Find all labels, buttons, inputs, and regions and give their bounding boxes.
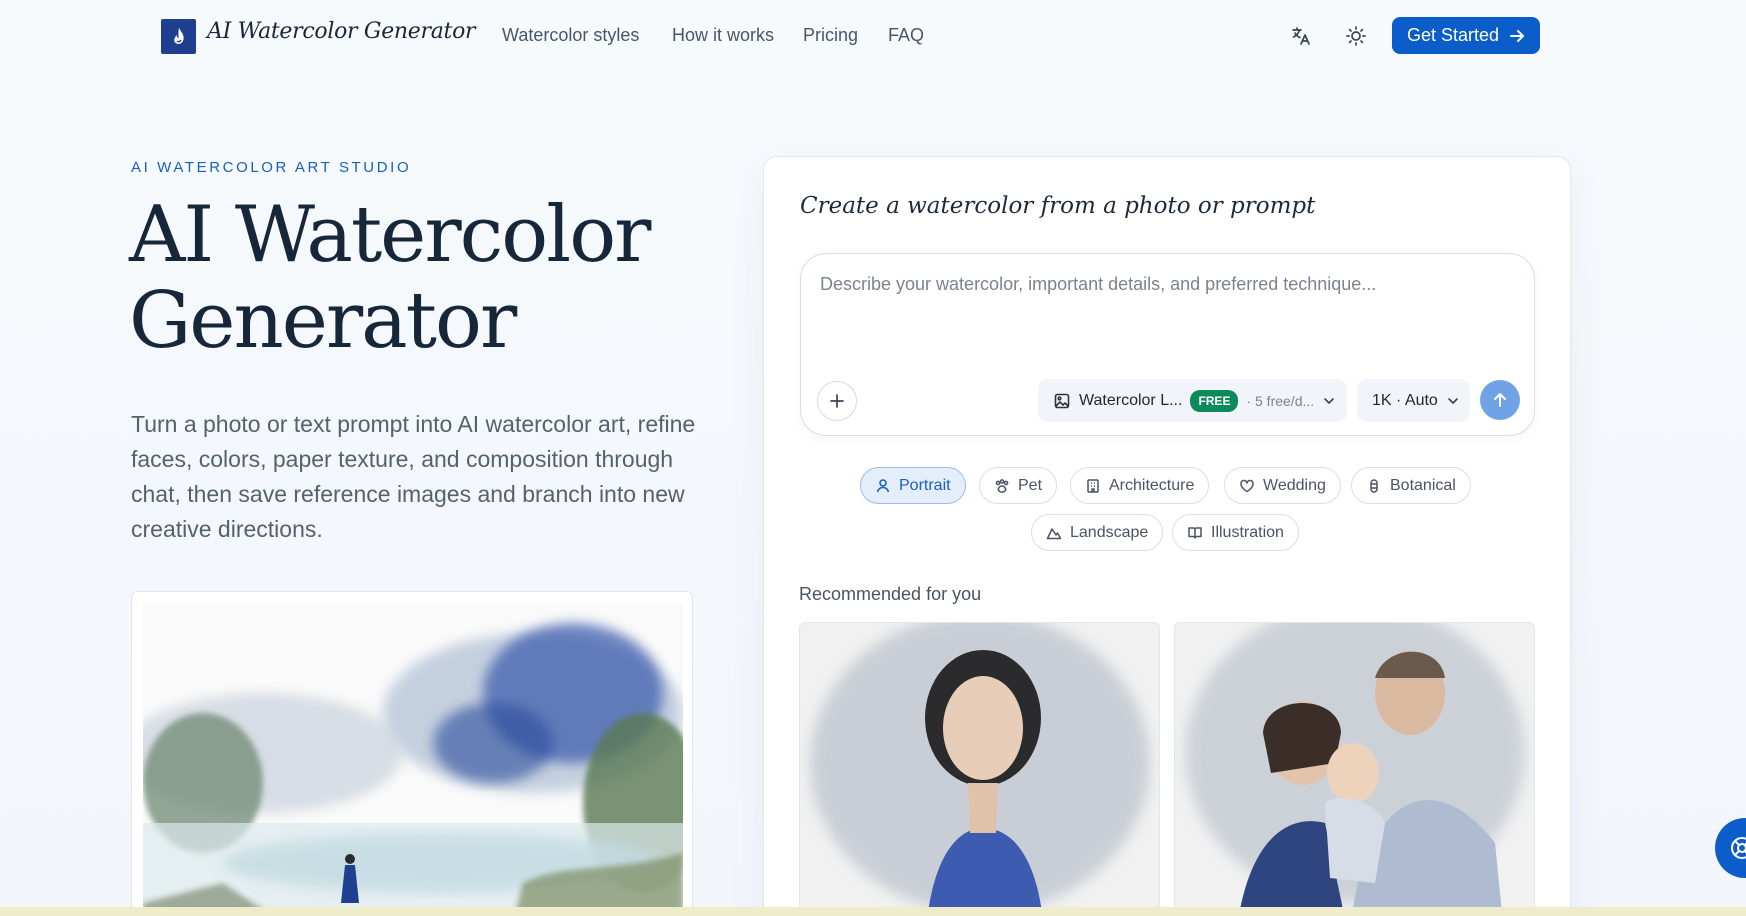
- sun-icon[interactable]: [1344, 24, 1368, 48]
- plus-icon: [830, 394, 844, 408]
- hero-title: AI Watercolor Generator: [129, 192, 729, 364]
- get-started-label: Get Started: [1406, 25, 1500, 45]
- resolution-select[interactable]: 1K · Auto: [1357, 379, 1470, 422]
- nav-link-pricing[interactable]: Pricing: [803, 25, 858, 46]
- model-name: Watercolor L...: [1079, 391, 1183, 409]
- free-count: · 5 free/d...: [1246, 392, 1315, 409]
- chevron-down-icon: [1448, 397, 1458, 404]
- image-icon: [1054, 393, 1070, 408]
- translate-icon[interactable]: [1289, 24, 1313, 48]
- building-icon: [1087, 478, 1099, 493]
- chip-label: Pet: [1018, 476, 1043, 494]
- add-attachment-button[interactable]: [817, 381, 857, 421]
- chip-label: Wedding: [1263, 476, 1326, 494]
- nav-link-faq[interactable]: FAQ: [888, 25, 924, 46]
- chip-architecture[interactable]: Architecture: [1070, 467, 1210, 504]
- chip-portrait[interactable]: Portrait: [860, 467, 966, 504]
- watercolor-landscape-image: [143, 603, 683, 916]
- prompt-box: Watercolor L... FREE · 5 free/d... 1K · …: [800, 253, 1535, 436]
- hero-preview-card: [131, 591, 693, 916]
- model-select[interactable]: Watercolor L... FREE · 5 free/d...: [1038, 379, 1347, 422]
- hero-title-line1: AI Watercolor: [129, 190, 651, 280]
- help-chat-button[interactable]: [1715, 818, 1746, 878]
- top-navigation: AI Watercolor Generator Watercolor style…: [0, 0, 1746, 72]
- chip-illustration[interactable]: Illustration: [1172, 514, 1299, 551]
- chip-label: Portrait: [899, 476, 951, 494]
- flower-icon: [1370, 478, 1378, 493]
- heart-icon: [1240, 479, 1254, 492]
- arrow-up-icon: [1494, 393, 1506, 407]
- paw-icon: [995, 478, 1009, 493]
- resolution-label: 1K · Auto: [1372, 391, 1438, 409]
- chevron-down-icon: [1324, 397, 1334, 404]
- lifebuoy-icon: [1731, 837, 1746, 859]
- chip-label: Illustration: [1211, 523, 1284, 541]
- chip-botanical[interactable]: Botanical: [1351, 467, 1471, 504]
- panel-title: Create a watercolor from a photo or prom…: [800, 193, 1316, 219]
- hero-description: Turn a photo or text prompt into AI wate…: [131, 411, 696, 542]
- get-started-button[interactable]: Get Started: [1392, 17, 1540, 54]
- chip-landscape[interactable]: Landscape: [1031, 514, 1164, 551]
- arrow-right-icon: [1510, 29, 1525, 42]
- bottom-notification-strip: [0, 907, 1746, 916]
- hero-title-line2: Generator: [129, 276, 517, 366]
- chip-label: Landscape: [1070, 523, 1149, 541]
- chip-pet[interactable]: Pet: [979, 467, 1058, 504]
- mountain-icon: [1046, 527, 1062, 539]
- chip-label: Architecture: [1109, 476, 1195, 494]
- logo-icon[interactable]: [161, 19, 196, 54]
- prompt-input[interactable]: [820, 274, 1510, 295]
- recommended-heading: Recommended for you: [799, 584, 982, 604]
- recommended-card-family[interactable]: [1174, 622, 1535, 916]
- chip-label: Botanical: [1390, 476, 1456, 494]
- nav-link-how-it-works[interactable]: How it works: [672, 25, 774, 46]
- generator-panel: Create a watercolor from a photo or prom…: [763, 156, 1571, 916]
- chip-wedding[interactable]: Wedding: [1224, 467, 1341, 504]
- nav-link-watercolor-styles[interactable]: Watercolor styles: [502, 25, 639, 46]
- book-icon: [1188, 526, 1202, 539]
- hero-eyebrow: AI WATERCOLOR ART STUDIO: [131, 159, 412, 176]
- logo-text[interactable]: AI Watercolor Generator: [207, 19, 476, 44]
- user-icon: [876, 478, 890, 492]
- send-button[interactable]: [1480, 380, 1520, 420]
- free-badge: FREE: [1190, 389, 1239, 412]
- recommended-card-portrait[interactable]: [799, 622, 1160, 916]
